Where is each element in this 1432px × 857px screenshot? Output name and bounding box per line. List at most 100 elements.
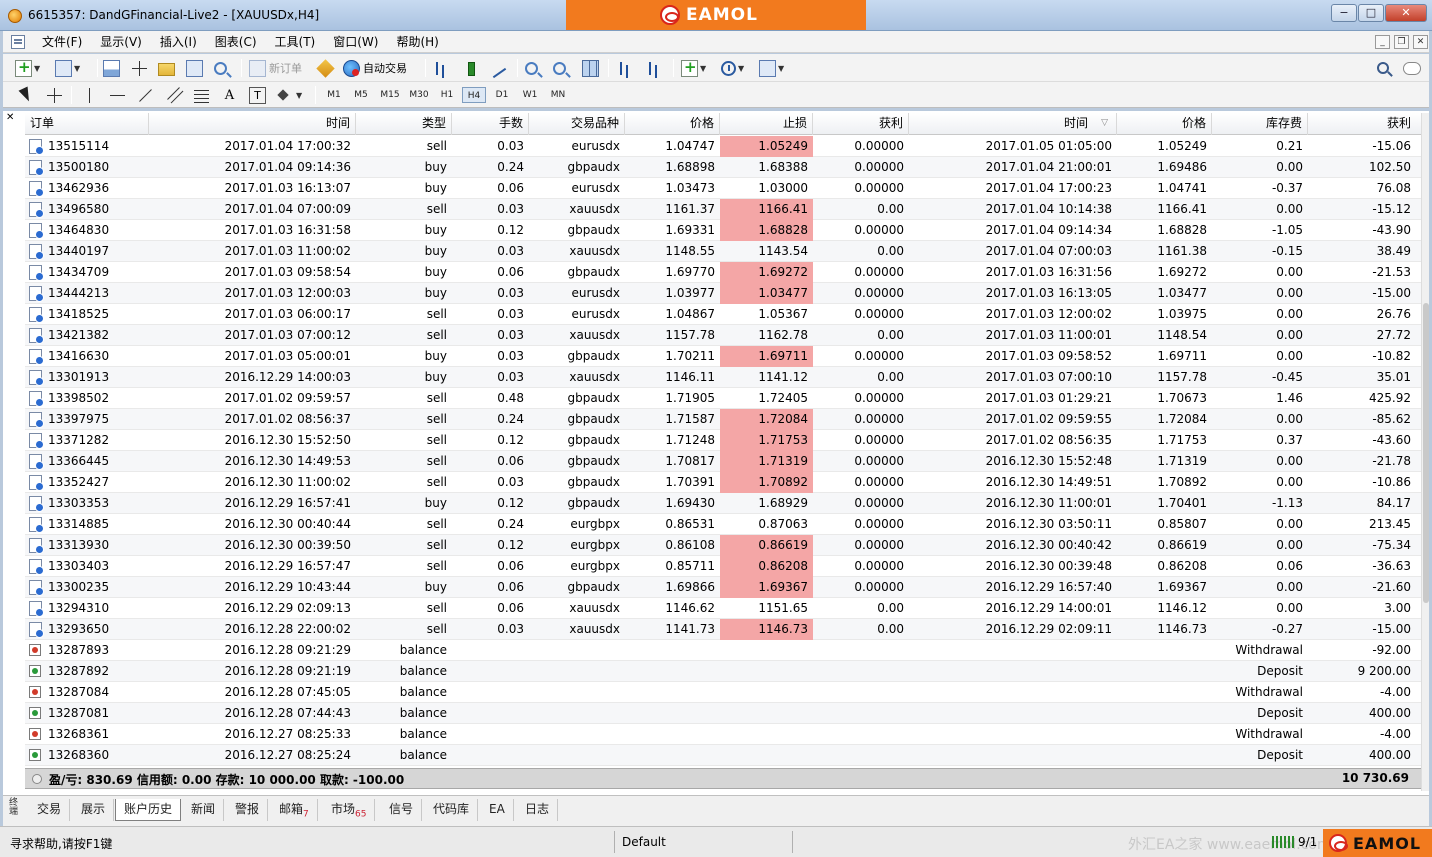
close-button[interactable]: ✕ [1385, 4, 1427, 22]
vertical-line-tool[interactable] [81, 85, 98, 105]
line-chart-button[interactable] [491, 58, 508, 78]
new-order-button[interactable]: 新订单 [249, 58, 302, 78]
table-row[interactable]: 13293650 2016.12.28 22:00:02 sell 0.03 xauus… [25, 619, 1421, 640]
tab-journal[interactable]: 日志 [517, 799, 559, 821]
market-watch-button[interactable] [103, 58, 120, 78]
horizontal-line-tool[interactable] [109, 85, 126, 105]
table-row-balance[interactable]: 13268360 2016.12.27 08:25:24 balance Deposi… [25, 745, 1421, 766]
chat-button[interactable] [1403, 58, 1421, 78]
header-stop-loss[interactable]: 止损 [720, 113, 813, 135]
header-close-time[interactable]: 时间 ▽ [909, 113, 1117, 135]
tile-windows-button[interactable] [582, 58, 599, 78]
table-row[interactable]: 13300235 2016.12.29 10:43:44 buy 0.06 gbpaud… [25, 577, 1421, 598]
header-close-price[interactable]: 价格 [1117, 113, 1212, 135]
table-row-balance[interactable]: 13287081 2016.12.28 07:44:43 balance Deposi… [25, 703, 1421, 724]
table-row[interactable]: 13303353 2016.12.29 16:57:41 buy 0.12 gbpaud… [25, 493, 1421, 514]
new-chart-button[interactable]: ▼ [15, 58, 40, 78]
minimize-button[interactable]: − [1331, 4, 1357, 22]
table-row[interactable]: 13500180 2017.01.04 09:14:36 buy 0.24 gbpaud… [25, 157, 1421, 178]
table-row[interactable]: 13366445 2016.12.30 14:49:53 sell 0.06 gbpau… [25, 451, 1421, 472]
auto-scroll-button[interactable] [646, 58, 663, 78]
profiles-button[interactable]: ▼ [55, 58, 80, 78]
table-row[interactable]: 13418525 2017.01.03 06:00:17 sell 0.03 eurus… [25, 304, 1421, 325]
crosshair-tool[interactable] [46, 85, 63, 105]
tab-trade[interactable]: 交易 [29, 799, 71, 821]
scrollbar-thumb[interactable] [1423, 303, 1429, 603]
table-row[interactable]: 13398502 2017.01.02 09:59:57 sell 0.48 gbpau… [25, 388, 1421, 409]
timeframe-d1[interactable]: D1 [491, 87, 513, 103]
table-row[interactable]: 13462936 2017.01.03 16:13:07 buy 0.06 eurusd… [25, 178, 1421, 199]
table-row[interactable]: 13303403 2016.12.29 16:57:47 sell 0.06 eurgb… [25, 556, 1421, 577]
table-row-balance[interactable]: 13287892 2016.12.28 09:21:19 balance Deposi… [25, 661, 1421, 682]
table-row[interactable]: 13397975 2017.01.02 08:56:37 sell 0.24 gbpau… [25, 409, 1421, 430]
header-profit[interactable]: 获利 [1308, 113, 1416, 135]
text-label-tool[interactable]: T [249, 85, 266, 105]
table-row[interactable]: 13301913 2016.12.29 14:00:03 buy 0.03 xauusd… [25, 367, 1421, 388]
tab-market[interactable]: 市场65 [323, 799, 376, 821]
auto-trading-button[interactable]: 自动交易 [343, 58, 407, 78]
chart-window-icon[interactable] [11, 34, 25, 49]
table-row[interactable]: 13371282 2016.12.30 15:52:50 sell 0.12 gbpau… [25, 430, 1421, 451]
timeframe-m15[interactable]: M15 [377, 87, 403, 103]
tab-account-history[interactable]: 账户历史 [115, 799, 182, 821]
templates-button[interactable]: ▼ [759, 58, 784, 78]
table-row-balance[interactable]: 13287084 2016.12.28 07:45:05 balance Withdr… [25, 682, 1421, 703]
table-row[interactable]: 13416630 2017.01.03 05:00:01 buy 0.03 gbpaud… [25, 346, 1421, 367]
table-row[interactable]: 13496580 2017.01.04 07:00:09 sell 0.03 xauus… [25, 199, 1421, 220]
table-row[interactable]: 13464830 2017.01.03 16:31:58 buy 0.12 gbpaud… [25, 220, 1421, 241]
table-row[interactable]: 13313930 2016.12.30 00:39:50 sell 0.12 eurgb… [25, 535, 1421, 556]
menu-charts[interactable]: 图表(C) [206, 32, 266, 52]
terminal-button[interactable] [186, 58, 203, 78]
indicators-button[interactable]: ▼ [681, 58, 706, 78]
menu-view[interactable]: 显示(V) [91, 32, 151, 52]
timeframe-m1[interactable]: M1 [323, 87, 345, 103]
tab-exposure[interactable]: 展示 [73, 799, 115, 821]
menu-insert[interactable]: 插入(I) [151, 32, 206, 52]
terminal-close-icon[interactable]: ✕ [6, 112, 14, 123]
cursor-tool[interactable] [17, 85, 34, 105]
table-row[interactable]: 13515114 2017.01.04 17:00:32 sell 0.03 eurus… [25, 136, 1421, 157]
table-row[interactable]: 13444213 2017.01.03 12:00:03 buy 0.03 eurusd… [25, 283, 1421, 304]
header-swap[interactable]: 库存费 [1212, 113, 1308, 135]
zoom-in-button[interactable] [525, 58, 538, 78]
timeframe-mn[interactable]: MN [546, 87, 570, 103]
timeframe-h4[interactable]: H4 [462, 87, 486, 103]
header-open-price[interactable]: 价格 [625, 113, 720, 135]
text-tool[interactable]: A [221, 85, 238, 105]
vertical-scrollbar[interactable] [1421, 113, 1429, 791]
tab-experts[interactable]: EA [481, 799, 514, 821]
table-row[interactable]: 13314885 2016.12.30 00:40:44 sell 0.24 eurgb… [25, 514, 1421, 535]
bar-chart-button[interactable] [433, 58, 450, 78]
table-row[interactable]: 13434709 2017.01.03 09:58:54 buy 0.06 gbpaud… [25, 262, 1421, 283]
tab-code-base[interactable]: 代码库 [425, 799, 479, 821]
header-lots[interactable]: 手数 [452, 113, 529, 135]
data-window-button[interactable] [131, 58, 148, 78]
timeframe-m30[interactable]: M30 [406, 87, 432, 103]
search-button[interactable] [1377, 58, 1389, 78]
zoom-out-button[interactable] [553, 58, 566, 78]
menu-tools[interactable]: 工具(T) [266, 32, 325, 52]
mdi-minimize-button[interactable]: _ [1375, 35, 1390, 49]
strategy-tester-button[interactable] [214, 58, 227, 78]
timeframe-m5[interactable]: M5 [350, 87, 372, 103]
maximize-button[interactable]: □ [1358, 4, 1384, 22]
table-row[interactable]: 13294310 2016.12.29 02:09:13 sell 0.06 xauus… [25, 598, 1421, 619]
menu-window[interactable]: 窗口(W) [324, 32, 387, 52]
shapes-tool[interactable]: ▼ [277, 85, 302, 105]
tab-signals[interactable]: 信号 [381, 799, 423, 821]
metaeditor-button[interactable] [316, 58, 335, 78]
timeframe-w1[interactable]: W1 [519, 87, 541, 103]
mdi-close-button[interactable]: ✕ [1413, 35, 1428, 49]
table-row[interactable]: 13421382 2017.01.03 07:00:12 sell 0.03 xauus… [25, 325, 1421, 346]
timeframe-h1[interactable]: H1 [436, 87, 458, 103]
candlestick-chart-button[interactable] [462, 58, 479, 78]
tab-alerts[interactable]: 警报 [227, 799, 269, 821]
header-take-profit[interactable]: 获利 [813, 113, 909, 135]
fibonacci-tool[interactable] [193, 85, 210, 105]
mdi-restore-button[interactable]: ❐ [1394, 35, 1409, 49]
trendline-tool[interactable] [137, 85, 154, 105]
header-type[interactable]: 类型 [356, 113, 452, 135]
tab-mailbox[interactable]: 邮箱7 [271, 799, 318, 821]
table-row[interactable]: 13352427 2016.12.30 11:00:02 sell 0.03 gbpau… [25, 472, 1421, 493]
header-open-time[interactable]: 时间 [149, 113, 356, 135]
